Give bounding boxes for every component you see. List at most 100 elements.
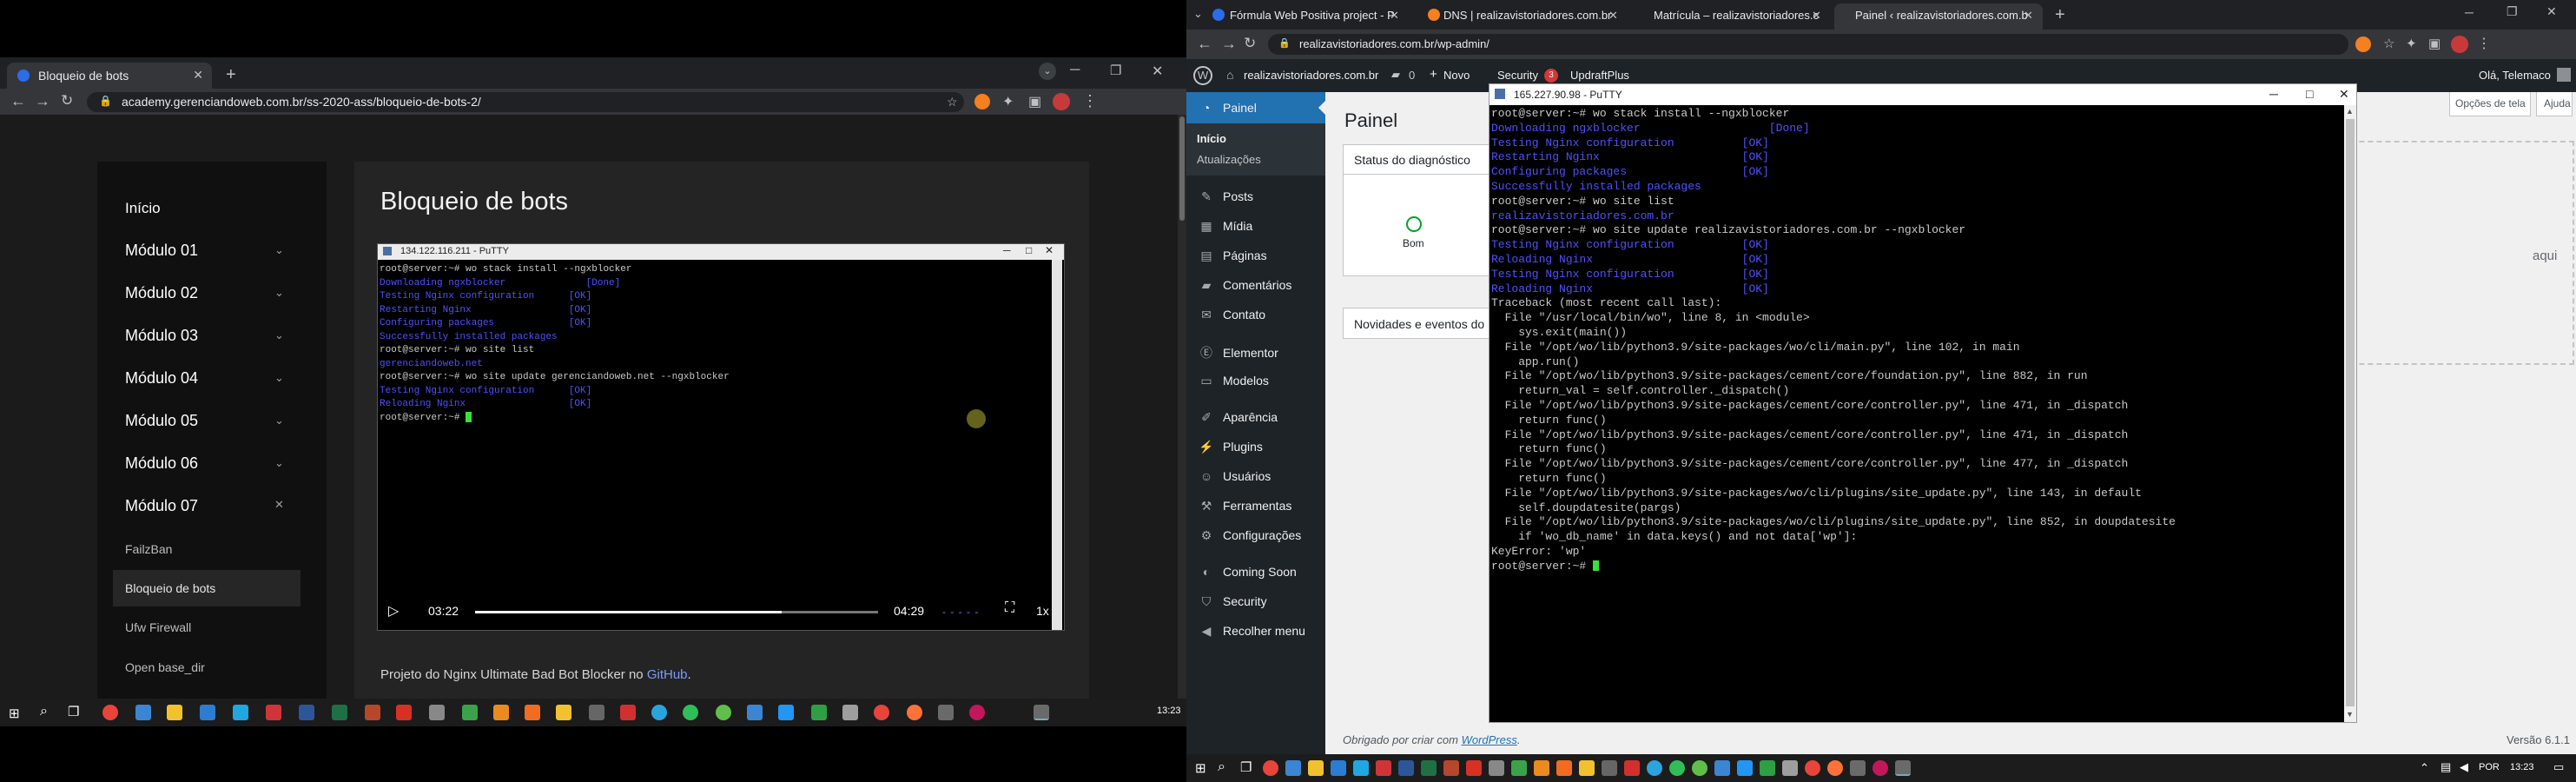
app-icon[interactable] [1556, 760, 1572, 776]
browser-tab[interactable]: Matrícula – realizavistoriadores.c ✕ [1629, 0, 1833, 30]
chrome-icon[interactable] [874, 705, 889, 720]
app-icon[interactable] [493, 705, 509, 720]
app-icon[interactable] [778, 705, 794, 720]
windows-start-icon[interactable]: ⊞ [9, 706, 20, 721]
app-icon[interactable] [556, 705, 571, 720]
pdf-icon[interactable] [396, 705, 412, 720]
sidebar-subitem-ufw[interactable]: Ufw Firewall [125, 620, 191, 634]
app-icon[interactable] [135, 705, 151, 720]
tab-list-icon[interactable]: ⌄ [1193, 7, 1203, 21]
search-icon[interactable]: ⌕ [40, 704, 48, 719]
help-button[interactable]: Ajuda [2536, 92, 2573, 116]
maximize-icon[interactable]: ❐ [1110, 63, 1121, 78]
sidebar-item-inicio[interactable]: Início [125, 200, 161, 217]
profile-avatar[interactable] [2451, 36, 2468, 53]
app-icon[interactable] [811, 705, 827, 720]
new-tab-icon[interactable]: + [226, 65, 236, 85]
minimize-icon[interactable]: ─ [2465, 5, 2474, 19]
sidebar-item-modulo-04[interactable]: Módulo 04 [125, 369, 198, 388]
putty-window[interactable]: 165.227.90.98 - PuTTY ─ □ ✕ root@server:… [1489, 83, 2357, 723]
wp-menu-midia[interactable]: ▦ Mídia [1199, 219, 1252, 234]
play-icon[interactable]: ▷ [388, 602, 399, 620]
github-link[interactable]: GitHub [647, 667, 688, 682]
chevron-down-icon[interactable]: ⌄ [274, 414, 284, 427]
windows-start-icon[interactable]: ⊞ [1195, 760, 1206, 776]
video-player[interactable]: 134.122.116.211 - PuTTY ─ □ ✕ root@serve… [377, 243, 1065, 631]
wp-menu-ferramentas[interactable]: ⚒ Ferramentas [1199, 499, 1292, 514]
app-icon[interactable] [1602, 760, 1617, 776]
wp-menu-painel[interactable]: ◔ Painel [1199, 101, 1257, 115]
wordpress-logo-icon[interactable]: W [1193, 66, 1212, 85]
extensions-icon[interactable]: ✦ [1002, 93, 1014, 110]
wp-security-link[interactable]: Security [1497, 69, 1538, 82]
maximize-icon[interactable]: ❐ [2507, 4, 2518, 19]
app-icon[interactable] [1534, 760, 1549, 776]
task-view-icon[interactable]: ❐ [68, 704, 79, 719]
url-bar[interactable]: 🔒 realizavistoriadores.com.br/wp-admin/ [1268, 34, 2348, 55]
close-icon[interactable]: ✕ [2024, 9, 2033, 23]
search-icon[interactable]: ⌕ [1218, 759, 1225, 775]
close-icon[interactable]: ✕ [1812, 9, 1821, 23]
wp-submenu-atualizacoes[interactable]: Atualizações [1197, 153, 1261, 166]
file-explorer-icon[interactable] [167, 705, 182, 720]
wp-new-link[interactable]: Novo [1443, 69, 1470, 82]
app-icon[interactable] [1376, 760, 1391, 776]
sidebar-subitem-failzban[interactable]: FailzBan [125, 542, 172, 556]
scroll-down-icon[interactable]: ▼ [2346, 710, 2354, 719]
network-icon[interactable]: ▤ [2441, 760, 2451, 774]
app-icon[interactable] [1489, 760, 1504, 776]
forward-icon[interactable]: → [1221, 35, 1237, 53]
firefox-icon[interactable] [907, 705, 922, 720]
app-icon[interactable] [429, 705, 445, 720]
back-icon[interactable]: ← [1197, 35, 1212, 53]
wordpress-link[interactable]: WordPress [1462, 733, 1517, 746]
browser-tab[interactable]: Fórmula Web Positiva project - P ✕ [1204, 0, 1407, 30]
wp-menu-paginas[interactable]: ▤ Páginas [1199, 249, 1266, 263]
close-icon[interactable]: ✕ [193, 68, 203, 83]
vscode-icon[interactable] [1331, 760, 1346, 776]
app-icon[interactable] [1873, 760, 1888, 776]
putty-icon[interactable] [1850, 760, 1866, 776]
chevron-down-icon[interactable]: ⌄ [274, 456, 284, 470]
video-progress-track[interactable] [475, 611, 878, 613]
close-icon[interactable]: ✕ [274, 498, 284, 512]
wp-menu-coming-soon[interactable]: ◐ Coming Soon [1199, 565, 1297, 579]
volume-icon[interactable]: - - - - - [942, 606, 979, 618]
browser-tab-active[interactable]: Painel ‹ realizavistoriadores.com.b ✕ [1834, 3, 2043, 30]
chevron-down-icon[interactable]: ⌄ [274, 243, 284, 257]
window-close-icon[interactable]: ✕ [2546, 4, 2557, 19]
powerpoint-icon[interactable] [365, 705, 380, 720]
app-icon[interactable] [589, 705, 604, 720]
app-icon[interactable] [716, 705, 731, 720]
word-icon[interactable] [1398, 760, 1414, 776]
powerpoint-icon[interactable] [1443, 760, 1459, 776]
wp-menu-recolher[interactable]: ◀ Recolher menu [1199, 624, 1305, 639]
scrollbar-thumb[interactable] [1179, 116, 1185, 221]
task-view-icon[interactable]: ❐ [1240, 759, 1252, 775]
extensions-icon[interactable]: ✦ [2406, 36, 2417, 51]
star-icon[interactable]: ☆ [947, 95, 958, 109]
firefox-icon[interactable] [1827, 760, 1843, 776]
wp-menu-posts[interactable]: ✎ Posts [1199, 189, 1253, 204]
wp-menu-elementor[interactable]: Ⓔ Elementor [1199, 344, 1278, 361]
excel-icon[interactable] [1421, 760, 1437, 776]
fullscreen-icon[interactable]: ⛶ [1005, 600, 1014, 616]
plus-icon[interactable]: + [1430, 67, 1437, 82]
app-icon[interactable] [1579, 760, 1595, 776]
wp-menu-aparencia[interactable]: ✐ Aparência [1199, 410, 1278, 425]
wp-menu-plugins[interactable]: ⚡ Plugins [1199, 440, 1263, 454]
sidebar-item-modulo-03[interactable]: Módulo 03 [125, 327, 198, 345]
window-close-icon[interactable]: ✕ [1152, 63, 1163, 80]
pdf-icon[interactable] [1466, 760, 1482, 776]
browser-tab[interactable]: DNS | realizavistoriadores.com.br ✕ [1405, 0, 1626, 30]
app-icon[interactable] [525, 705, 540, 720]
whatsapp-icon[interactable] [1669, 760, 1685, 776]
wp-menu-comentarios[interactable]: ▰ Comentários [1199, 278, 1292, 293]
app-icon[interactable] [1782, 760, 1798, 776]
reload-icon[interactable]: ↻ [1244, 35, 1256, 52]
page-scrollbar[interactable] [1178, 115, 1186, 699]
putty-scrollbar[interactable]: ▲ ▼ [2344, 105, 2356, 722]
app-icon[interactable] [1353, 760, 1369, 776]
tab-search-icon[interactable]: ⌄ [1039, 63, 1056, 80]
tray-chevron-icon[interactable]: ⌃ [2420, 761, 2429, 775]
